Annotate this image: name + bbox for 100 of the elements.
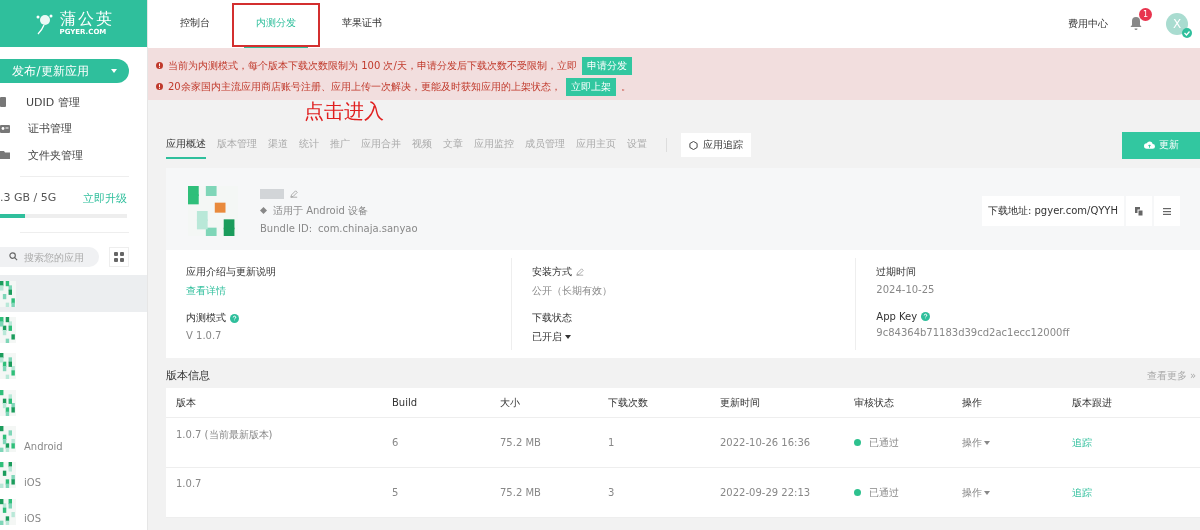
copy-icon — [1135, 206, 1143, 216]
menu-item[interactable]: UDID 管理 — [26, 94, 80, 110]
table-cell-text: 6 — [392, 437, 400, 448]
column-header: 更新时间 — [720, 395, 761, 410]
cloud-upload-icon — [1143, 141, 1155, 149]
caret-icon — [564, 335, 571, 339]
edit-icon[interactable] — [290, 189, 298, 198]
table-cell-text: 3 — [608, 487, 616, 498]
info-label: 下载状态 — [531, 311, 572, 325]
search-icon — [9, 252, 18, 262]
app-platform: iOS — [24, 476, 41, 488]
logo-name: 蒲公英 — [59, 11, 114, 28]
app-list-item[interactable] — [0, 275, 147, 312]
alert-text: 当前为内测模式，每个版本下载次数限制为 100 次/天，申请分发后下载次数不受限制，立即 — [168, 58, 577, 73]
table-cell-text: 2022-10-26 16:36 — [720, 437, 812, 448]
status-text: 已通过 — [869, 485, 899, 500]
track-link[interactable]: 追踪 — [1072, 435, 1200, 450]
device-icon — [0, 97, 8, 108]
caret-icon — [984, 490, 990, 495]
app-tab[interactable]: 成员管理 — [525, 131, 565, 159]
search-field[interactable]: 搜索您的应用 — [0, 247, 99, 268]
menu-item[interactable]: 文件夹管理 — [28, 147, 83, 163]
download-url: 下载地址: pgyer.com/QYYH — [981, 196, 1124, 226]
alert-punctuation: 。 — [620, 79, 631, 94]
column-header: 操作 — [962, 395, 983, 410]
app-tab[interactable]: 应用主页 — [576, 131, 616, 159]
table-cell-text: 75.2 MB — [500, 487, 542, 498]
alert-icon — [156, 83, 163, 90]
info-label: 应用介绍与更新说明 — [186, 265, 276, 279]
table-cell-text: 5 — [392, 487, 400, 498]
blurred-app-name — [260, 188, 284, 199]
column-header: 下载次数 — [608, 395, 649, 410]
annotation-text: 点击进入 — [304, 99, 384, 123]
info-label: 安装方式 — [531, 265, 572, 279]
alert-text: 20余家国内主流应用商店账号注册、应用上传一次解决，更能及时获知应用的上架状态， — [168, 79, 561, 94]
app-tab[interactable]: 统计 — [299, 131, 319, 159]
app-tab[interactable]: 应用合并 — [361, 131, 401, 159]
status-dropdown[interactable]: 已开启 — [531, 330, 562, 344]
app-tab[interactable]: 版本管理 — [217, 131, 257, 159]
help-icon — [230, 313, 239, 323]
section-title: 版本信息 — [166, 368, 210, 383]
status-text: 已通过 — [869, 435, 899, 450]
action-dropdown[interactable]: 操作 — [962, 485, 982, 500]
alert-icon — [156, 62, 163, 69]
column-header: 大小 — [500, 395, 521, 410]
more-link[interactable]: 查看更多 » — [1146, 368, 1196, 383]
info-label: 过期时间 — [876, 265, 917, 279]
column-header: Build — [392, 397, 419, 408]
table-cell-text: 75.2 MB — [500, 437, 542, 448]
upgrade-link[interactable]: 立即升级 — [83, 191, 127, 207]
grid-icon — [114, 252, 124, 263]
info-value: 9c84364b71183d39cd2ac1ecc12000ff — [876, 327, 1070, 338]
folder-icon — [0, 151, 10, 160]
hexagon-icon — [689, 140, 698, 150]
column-header: 版本 — [176, 395, 197, 410]
app-tab[interactable]: 应用监控 — [474, 131, 514, 159]
app-tab[interactable]: 渠道 — [268, 131, 288, 159]
verified-icon — [1182, 28, 1192, 38]
app-tab[interactable]: 应用概述 — [166, 131, 206, 159]
android-icon — [260, 207, 267, 214]
track-button[interactable]: 应用追踪 — [681, 133, 751, 157]
menu-item[interactable]: 证书管理 — [28, 121, 72, 137]
list-icon — [1163, 207, 1171, 215]
bell-icon[interactable] — [1130, 16, 1142, 30]
app-tab[interactable]: 设置 — [627, 131, 647, 159]
column-header: 版本跟进 — [1072, 395, 1113, 410]
info-value: 公开（长期有效） — [531, 284, 612, 298]
app-tab[interactable]: 推广 — [330, 131, 350, 159]
column-header: 审核状态 — [854, 395, 895, 410]
storage-usage: .3 GB / 5G — [0, 191, 57, 207]
info-value: V 1.0.7 — [186, 330, 222, 341]
details-link[interactable]: 查看详情 — [186, 284, 226, 298]
caret-icon — [110, 69, 117, 73]
info-label: 内测模式 — [186, 311, 226, 325]
track-link[interactable]: 追踪 — [1072, 485, 1200, 500]
bundle-label: Bundle ID: — [260, 222, 312, 234]
alert-action-button[interactable]: 立即上架 — [565, 77, 616, 96]
nav-tab[interactable]: 苹果证书 — [330, 0, 394, 48]
notification-badge: 1 — [1139, 8, 1152, 21]
app-tab[interactable]: 视频 — [412, 131, 432, 159]
bundle-id: com.chinaja.sanyao — [318, 222, 418, 234]
grid-view-button[interactable] — [109, 247, 129, 268]
billing-link[interactable]: 费用中心 — [1068, 17, 1108, 31]
action-dropdown[interactable]: 操作 — [962, 435, 982, 450]
alert-action-button[interactable]: 申请分发 — [581, 56, 632, 75]
app-tab[interactable]: 文章 — [443, 131, 463, 159]
edit-icon[interactable] — [575, 268, 584, 276]
info-label: App Key — [876, 311, 918, 322]
update-button[interactable]: 更新 — [1122, 131, 1200, 159]
table-cell-text: 2022-09-29 22:13 — [720, 487, 812, 498]
table-cell-text: 1.0.7 — [176, 478, 203, 489]
caret-icon — [984, 440, 990, 445]
help-icon — [921, 312, 931, 321]
app-platform: iOS — [24, 513, 41, 525]
app-platform: Android — [24, 440, 63, 452]
copy-button[interactable] — [1126, 196, 1152, 226]
table-cell-text: 1 — [608, 437, 616, 448]
nav-tab[interactable]: 控制台 — [168, 0, 222, 48]
publish-button[interactable]: 发布/更新应用 — [0, 59, 129, 83]
platform-text: 适用于 Android 设备 — [273, 203, 369, 218]
